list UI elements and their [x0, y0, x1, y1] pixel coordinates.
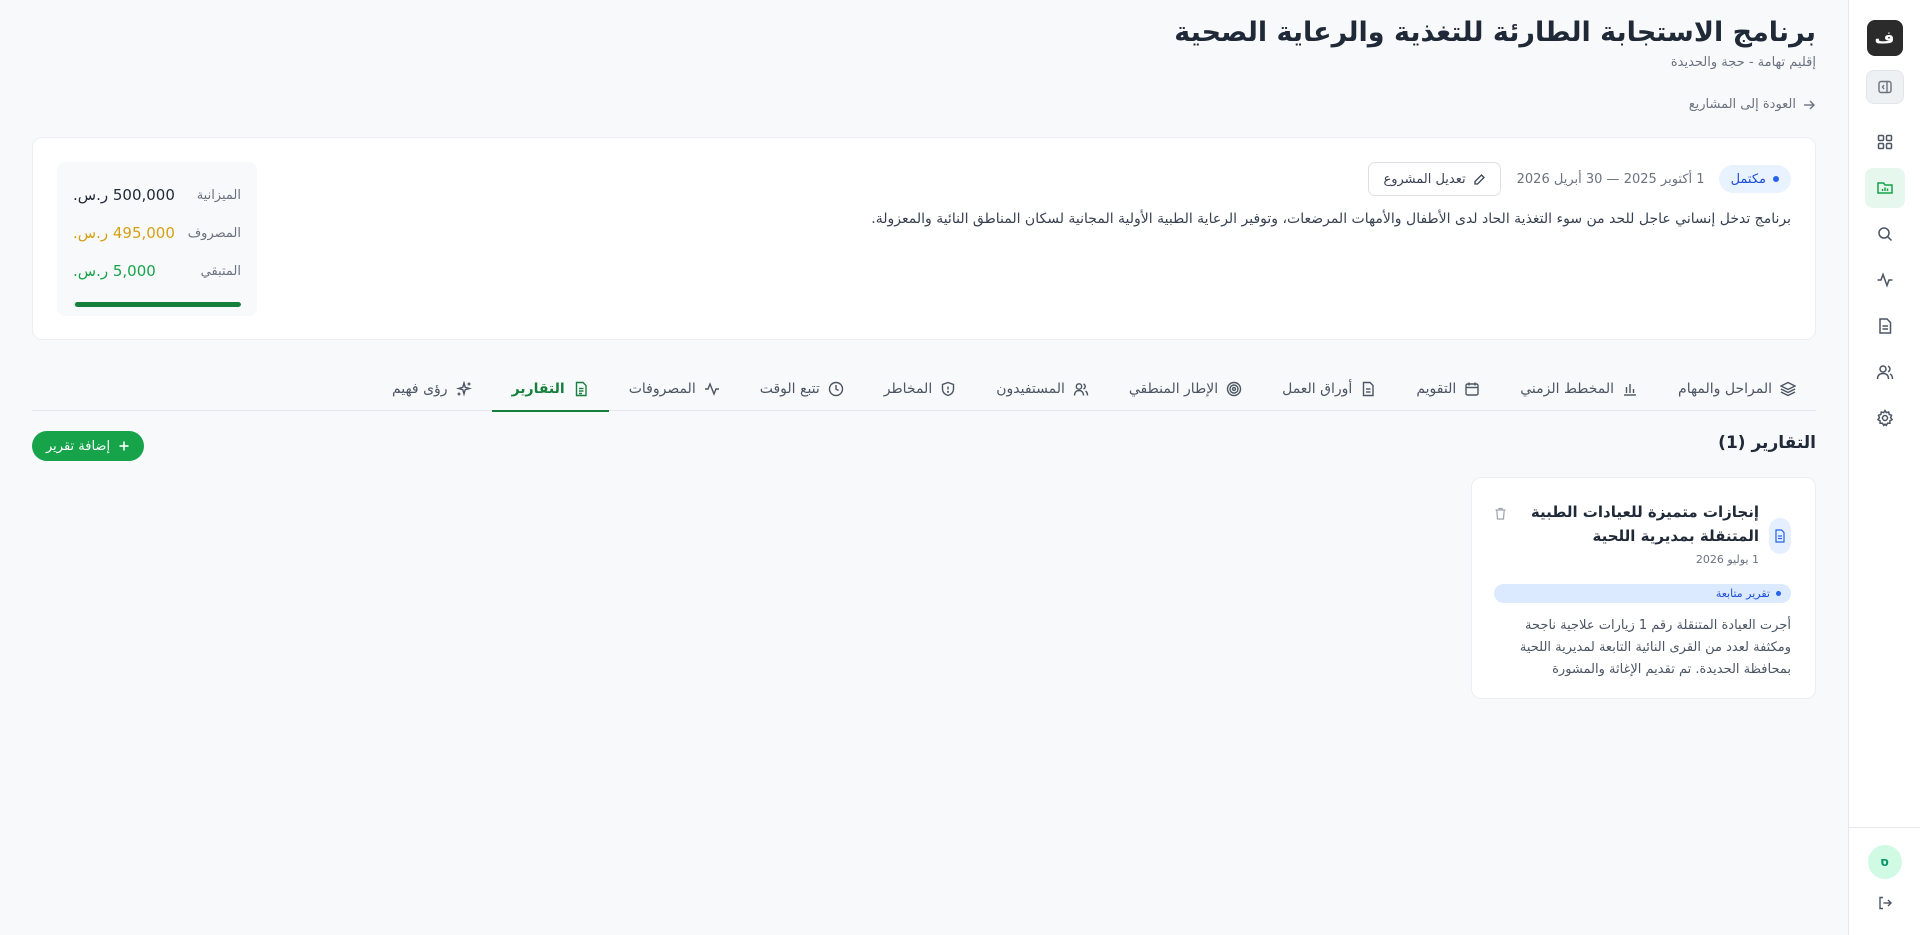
- tab-shield[interactable]: المخاطر: [864, 366, 976, 411]
- budget-label: الميزانية: [196, 187, 241, 203]
- report-type-label: تقرير متابعة: [1715, 587, 1770, 600]
- tab-label: المخاطر: [883, 380, 933, 397]
- activity-icon: [704, 381, 719, 396]
- users-icon: [1876, 365, 1893, 380]
- delete-report-button[interactable]: [1494, 507, 1507, 520]
- panel-toggle-icon: [1877, 80, 1892, 94]
- reports-section-title: التقارير (1): [1718, 433, 1816, 453]
- project-tabs: المراحل والمهام المخطط الزمني التقويم أوراق…: [32, 366, 1816, 412]
- sidebar-item-projects[interactable]: [1864, 168, 1905, 208]
- remaining-value: 5,000 ر.س.: [73, 262, 156, 280]
- tab-target[interactable]: الإطار المنطقي: [1109, 366, 1262, 411]
- project-description: برنامج تدخل إنساني عاجل للحد من سوء التغ…: [871, 211, 1791, 227]
- tab-label: المراحل والمهام: [1678, 380, 1772, 397]
- tab-sparkles[interactable]: رؤى فهيم: [372, 366, 492, 411]
- add-report-button[interactable]: إضافة تقرير: [32, 431, 145, 461]
- tab-clock[interactable]: تتبع الوقت: [740, 366, 864, 411]
- project-summary-card: مكتمل 1 أكتوبر 2025 — 30 أبريل 2026 تعدي…: [32, 137, 1816, 340]
- tab-label: الإطار المنطقي: [1128, 380, 1219, 397]
- status-dot: [1773, 176, 1779, 182]
- layers-icon: [1780, 381, 1796, 396]
- app-logo[interactable]: ف: [1866, 20, 1903, 56]
- sidebar-item-dashboard[interactable]: [1865, 122, 1905, 162]
- back-to-projects-link[interactable]: العودة إلى المشاريع: [1689, 97, 1816, 112]
- sidebar-item-settings[interactable]: [1865, 398, 1905, 438]
- report-type-dot: [1776, 591, 1781, 596]
- target-icon: [1226, 381, 1242, 396]
- file-icon: [1363, 381, 1375, 396]
- project-date-range: 1 أكتوبر 2025 — 30 أبريل 2026: [1516, 171, 1705, 187]
- page-title: برنامج الاستجابة الطارئة للتغذية والرعاي…: [1174, 17, 1816, 48]
- gear-icon: [1876, 409, 1893, 427]
- tab-users[interactable]: المستفيدون: [976, 366, 1109, 411]
- status-badge: مكتمل: [1718, 165, 1791, 193]
- report-file-icon: [1769, 518, 1791, 554]
- tab-label: التقويم: [1416, 380, 1457, 397]
- sidebar-item-search[interactable]: [1865, 214, 1905, 254]
- report-type-badge: تقرير متابعة: [1494, 584, 1791, 603]
- remaining-label: المتبقي: [200, 263, 241, 279]
- main-content: برنامج الاستجابة الطارئة للتغذية والرعاي…: [0, 0, 1848, 935]
- report-excerpt: أجرت العيادة المتنقلة رقم 1 زيارات علاجي…: [1519, 618, 1791, 677]
- tab-activity[interactable]: المصروفات: [609, 366, 740, 411]
- shield-icon: [942, 381, 955, 396]
- plus-icon: [119, 441, 129, 451]
- sidebar: ف ס: [1848, 0, 1920, 935]
- spent-value: 495,000 ر.س.: [73, 224, 175, 242]
- add-report-label: إضافة تقرير: [46, 438, 111, 454]
- budget-row-remaining: المتبقي 5,000 ر.س.: [73, 252, 241, 290]
- tab-report[interactable]: التقارير: [491, 366, 609, 412]
- tab-label: المصروفات: [628, 380, 696, 397]
- calendar-icon: [1465, 382, 1479, 396]
- sidebar-footer: ס: [1849, 827, 1920, 935]
- arrow-right-icon: [1804, 100, 1815, 109]
- sidebar-item-documents[interactable]: [1865, 306, 1905, 346]
- sidebar-collapse-button[interactable]: [1865, 70, 1904, 104]
- back-link-label: العودة إلى المشاريع: [1688, 97, 1796, 112]
- tab-file[interactable]: أوراق العمل: [1262, 366, 1396, 411]
- trash-icon: [1495, 507, 1506, 520]
- logout-button[interactable]: [1877, 895, 1893, 911]
- activity-icon: [1877, 272, 1892, 288]
- tab-layers[interactable]: المراحل والمهام: [1658, 366, 1816, 411]
- tab-calendar[interactable]: التقويم: [1396, 366, 1500, 411]
- sidebar-item-users[interactable]: [1865, 352, 1905, 392]
- logout-icon: [1878, 896, 1892, 910]
- tab-label: التقارير: [511, 380, 565, 397]
- edit-project-label: تعديل المشروع: [1383, 171, 1466, 187]
- report-title[interactable]: إنجازات متميزة للعيادات الطبية المتنقلة …: [1529, 500, 1759, 548]
- clock-icon: [828, 381, 843, 396]
- sidebar-item-activity[interactable]: [1865, 260, 1905, 300]
- budget-progress-fill: [74, 302, 241, 307]
- bar-chart-icon: [1624, 383, 1637, 396]
- budget-value: 500,000 ر.س.: [73, 186, 175, 204]
- report-icon: [575, 381, 587, 396]
- report-card[interactable]: إنجازات متميزة للعيادات الطبية المتنقلة …: [1471, 477, 1816, 699]
- project-meta: مكتمل 1 أكتوبر 2025 — 30 أبريل 2026 تعدي…: [1368, 162, 1791, 196]
- budget-row-total: الميزانية 500,000 ر.س.: [73, 176, 241, 214]
- tab-label: رؤى فهيم: [391, 380, 448, 397]
- tab-label: أوراق العمل: [1282, 380, 1353, 397]
- user-avatar[interactable]: ס: [1867, 845, 1902, 879]
- budget-summary: الميزانية 500,000 ر.س. المصروف 495,000 ر…: [57, 162, 257, 316]
- tab-bar-chart[interactable]: المخطط الزمني: [1500, 366, 1658, 411]
- document-icon: [1878, 318, 1891, 334]
- tab-label: المخطط الزمني: [1520, 380, 1615, 397]
- folder-chart-icon: [1876, 182, 1893, 194]
- grid-icon: [1877, 134, 1892, 150]
- budget-progress-bar: [73, 302, 241, 307]
- sparkles-icon: [455, 380, 472, 397]
- search-icon: [1877, 227, 1892, 242]
- pencil-icon: [1473, 173, 1485, 185]
- status-label: مكتمل: [1730, 171, 1766, 187]
- users-icon: [1073, 382, 1089, 396]
- document-icon: [1775, 529, 1785, 543]
- spent-label: المصروف: [187, 225, 241, 241]
- report-date: 1 يوليو 2026: [1695, 553, 1759, 566]
- tab-label: تتبع الوقت: [759, 380, 820, 397]
- edit-project-button[interactable]: تعديل المشروع: [1368, 162, 1501, 196]
- budget-row-spent: المصروف 495,000 ر.س.: [73, 214, 241, 252]
- tab-label: المستفيدون: [996, 380, 1065, 397]
- page-subtitle: إقليم تهامة - حجة والحديدة: [1670, 55, 1816, 70]
